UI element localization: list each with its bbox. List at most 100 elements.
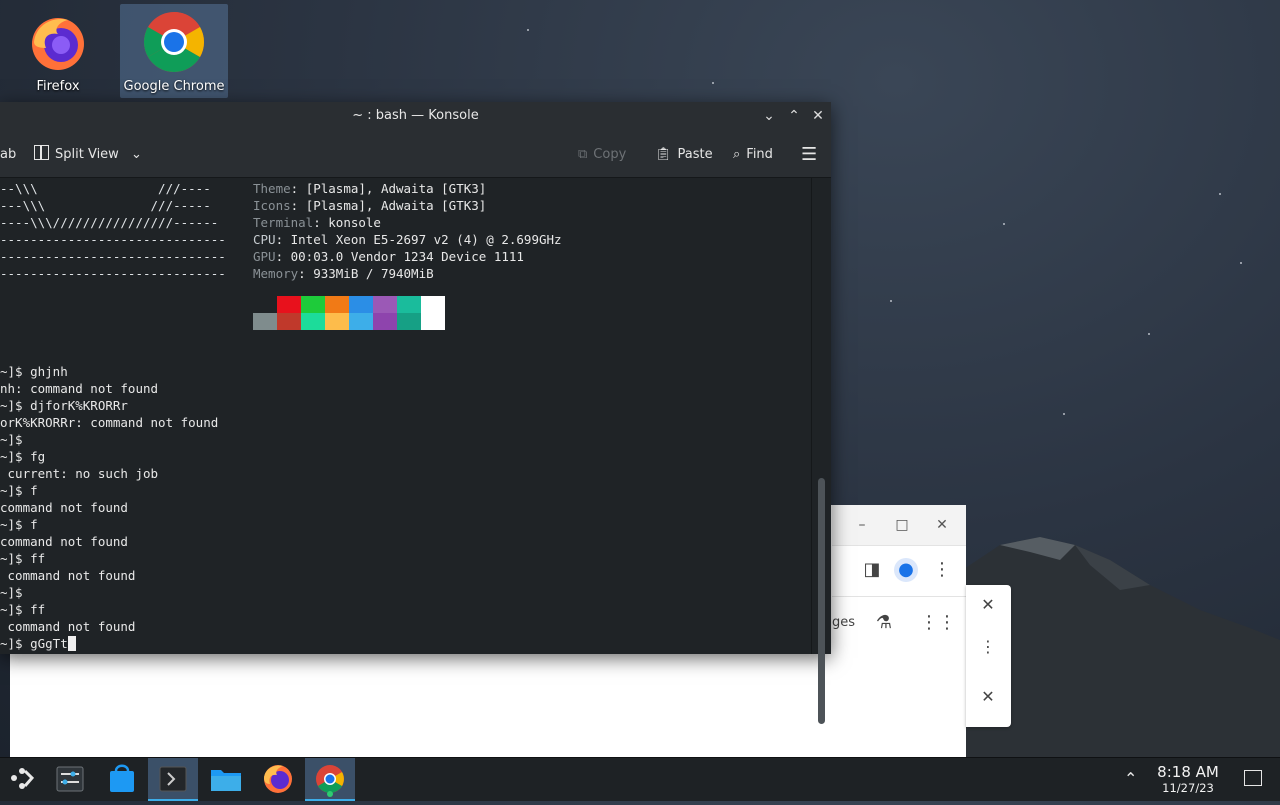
color-swatch: [397, 313, 421, 330]
launcher-icon: [11, 768, 35, 789]
desktop-icon-google-chrome[interactable]: Google Chrome: [120, 4, 228, 98]
show-desktop-icon[interactable]: [1244, 770, 1262, 786]
terminal-scrollbar[interactable]: [811, 178, 831, 724]
info-key: Theme: [253, 181, 291, 196]
menu-kebab-icon[interactable]: ⋮: [930, 558, 954, 582]
logo-line: ------------------------------: [0, 232, 226, 247]
new-tab-button[interactable]: ab: [0, 145, 16, 165]
desktop-icon-firefox[interactable]: Firefox: [4, 4, 112, 98]
info-line: CPU: Intel Xeon E5-2697 v2 (4) @ 2.699GH…: [253, 231, 562, 248]
store-bag-icon: [110, 764, 134, 792]
taskbar-settings[interactable]: [45, 758, 95, 801]
history-line: nh: command not found: [0, 381, 159, 396]
info-key: Icons: [253, 198, 291, 213]
history-line: ~]$: [0, 585, 23, 600]
history-line: ~]$ f: [0, 517, 38, 532]
clock-date: 11/27/23: [1162, 781, 1214, 795]
info-value: : konsole: [313, 215, 381, 230]
history-line: command not found: [0, 500, 128, 515]
color-swatch: [277, 296, 301, 313]
chrome-toolbar: ◨ ● ⋮: [832, 545, 966, 597]
konsole-window[interactable]: ~ : bash — Konsole ⌄ ⌃ ✕ ab Split View ⌄…: [0, 102, 831, 724]
chevron-up-icon[interactable]: ⌃: [785, 107, 803, 125]
info-key: Terminal: [253, 215, 314, 230]
apps-grid-icon[interactable]: ⋮⋮: [920, 611, 956, 635]
konsole-titlebar: ~ : bash — Konsole ⌄ ⌃ ✕: [0, 102, 831, 132]
desktop-icon-label: Google Chrome: [123, 79, 225, 94]
chevron-down-icon[interactable]: ⌄: [760, 107, 778, 125]
history-line: ~]$ fg: [0, 449, 46, 464]
search-icon: ⌕: [733, 147, 741, 162]
color-swatch: [325, 313, 349, 330]
terminal-output[interactable]: --\\\ ///---- ---\\\ ///----- ----\\\///…: [0, 178, 812, 654]
hamburger-menu-icon[interactable]: ☰: [801, 145, 817, 165]
desktop-icon-label: Firefox: [36, 79, 80, 94]
info-line: Memory: 933MiB / 7940MiB: [253, 265, 434, 282]
logo-line: --\\\ ///----: [0, 181, 211, 196]
digital-clock[interactable]: 8:18 AM 11/27/23: [1152, 764, 1224, 796]
find-label: Find: [746, 147, 773, 162]
side-panel-icon[interactable]: ◨: [860, 558, 884, 582]
taskbar-chrome[interactable]: [305, 758, 355, 801]
chrome-partial-link[interactable]: ges: [832, 615, 855, 630]
settings-sliders-icon: [56, 766, 84, 792]
history-line: command not found: [0, 534, 128, 549]
history-line: ~]$: [0, 432, 23, 447]
prompt-line[interactable]: ~]$ gGgTt: [0, 635, 76, 652]
color-swatch: [277, 313, 301, 330]
taskbar-dolphin[interactable]: [201, 758, 251, 801]
close-icon[interactable]: ✕: [809, 107, 827, 125]
terminal-icon: [159, 766, 187, 792]
split-view-label: Split View: [55, 147, 119, 162]
copy-button[interactable]: ⧉ Copy: [578, 145, 626, 165]
history-line: command not found: [0, 568, 136, 583]
menu-kebab-icon[interactable]: ⋮: [976, 635, 1000, 659]
close-icon[interactable]: ✕: [976, 685, 1000, 709]
logo-line: ---\\\ ///-----: [0, 198, 211, 213]
split-view-button[interactable]: Split View ⌄: [34, 145, 142, 165]
color-swatch: [397, 296, 421, 313]
labs-flask-icon[interactable]: ⚗: [872, 611, 896, 635]
profile-icon[interactable]: ●: [894, 558, 918, 582]
chrome-popup-panel[interactable]: ✕ ⋮ ✕: [966, 585, 1011, 727]
find-button[interactable]: ⌕ Find: [733, 145, 773, 165]
taskbar: ⌃ 8:18 AM 11/27/23: [0, 757, 1280, 801]
history-line: ~]$ ff: [0, 551, 46, 566]
color-swatch: [301, 296, 325, 313]
prompt-text: ~]$ gGgTt: [0, 636, 68, 651]
color-swatch: [301, 313, 325, 330]
color-swatch: [325, 296, 349, 313]
history-line: command not found: [0, 619, 136, 634]
application-launcher-button[interactable]: [0, 758, 50, 801]
taskbar-konsole[interactable]: [148, 758, 198, 801]
info-key: CPU: [253, 232, 276, 247]
color-swatch: [373, 313, 397, 330]
history-line: ~]$ f: [0, 483, 38, 498]
info-key: Memory: [253, 266, 299, 281]
chevron-up-icon[interactable]: ⌃: [1124, 769, 1137, 788]
firefox-icon: [264, 765, 292, 793]
close-button[interactable]: ✕: [932, 515, 952, 535]
info-line: Theme: [Plasma], Adwaita [GTK3]: [253, 180, 486, 197]
close-icon[interactable]: ✕: [976, 593, 1000, 617]
text-cursor: [67, 636, 76, 651]
maximize-button[interactable]: □: [892, 515, 912, 535]
scrollbar-thumb[interactable]: [818, 478, 825, 724]
color-swatch: [349, 313, 373, 330]
chrome-icon: [143, 11, 205, 73]
logo-line: ----\\\////////////////------: [0, 215, 219, 230]
color-swatch: [373, 296, 397, 313]
konsole-toolbar: ab Split View ⌄ ⧉ Copy 📋︎ Paste ⌕ Find ☰: [0, 132, 831, 178]
chrome-titlebar: – □ ✕: [832, 505, 966, 545]
taskbar-discover[interactable]: [97, 758, 147, 801]
minimize-button[interactable]: –: [852, 515, 872, 535]
chevron-down-icon: ⌄: [130, 147, 142, 162]
color-swatch: [421, 313, 445, 330]
color-swatch: [253, 296, 277, 313]
color-swatch: [253, 313, 277, 330]
taskbar-firefox[interactable]: [253, 758, 303, 801]
info-value: : [Plasma], Adwaita [GTK3]: [290, 198, 487, 213]
paste-icon: 📋︎: [655, 147, 672, 162]
paste-button[interactable]: 📋︎ Paste: [655, 145, 713, 165]
color-swatch: [421, 296, 445, 313]
